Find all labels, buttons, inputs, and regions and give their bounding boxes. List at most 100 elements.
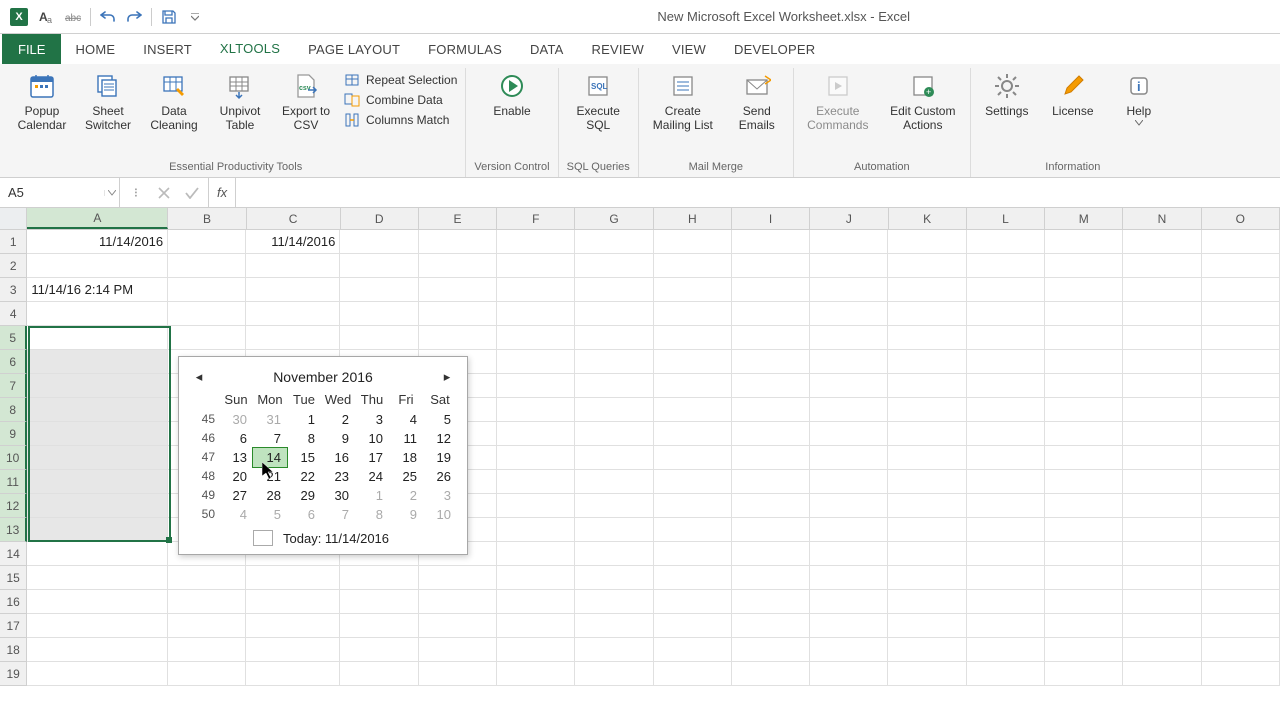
dp-day[interactable]: 17 (355, 448, 389, 467)
popup-calendar-button[interactable]: Popup Calendar (14, 70, 70, 132)
dp-day[interactable]: 4 (219, 505, 253, 524)
cell-M13[interactable] (1045, 518, 1123, 542)
cell-J7[interactable] (810, 374, 888, 398)
cell-M5[interactable] (1045, 326, 1123, 350)
cell-C16[interactable] (246, 590, 340, 614)
cell-O8[interactable] (1202, 398, 1280, 422)
cell-O12[interactable] (1202, 494, 1280, 518)
dp-day[interactable]: 15 (287, 448, 321, 467)
cell-A7[interactable] (27, 374, 168, 398)
cell-B19[interactable] (168, 662, 246, 686)
row-header-19[interactable]: 19 (0, 662, 27, 686)
cell-L12[interactable] (967, 494, 1045, 518)
cell-G2[interactable] (575, 254, 653, 278)
cell-F8[interactable] (497, 398, 575, 422)
cell-F12[interactable] (497, 494, 575, 518)
cell-K16[interactable] (888, 590, 966, 614)
cell-L18[interactable] (967, 638, 1045, 662)
column-header-K[interactable]: K (889, 208, 967, 229)
cell-H15[interactable] (654, 566, 732, 590)
cell-M7[interactable] (1045, 374, 1123, 398)
dp-day[interactable]: 6 (219, 429, 253, 448)
cell-J17[interactable] (810, 614, 888, 638)
row-header-7[interactable]: 7 (0, 374, 27, 398)
cell-C1[interactable]: 11/14/2016 (246, 230, 340, 254)
column-header-M[interactable]: M (1045, 208, 1123, 229)
cell-M18[interactable] (1045, 638, 1123, 662)
cell-C2[interactable] (246, 254, 340, 278)
cell-I11[interactable] (732, 470, 810, 494)
data-cleaning-button[interactable]: Data Cleaning (146, 70, 202, 132)
cell-M3[interactable] (1045, 278, 1123, 302)
clear-date-button[interactable] (253, 530, 273, 546)
cell-N3[interactable] (1123, 278, 1201, 302)
column-header-A[interactable]: A (27, 208, 168, 229)
insert-function-button[interactable]: fx (209, 178, 236, 207)
tab-developer[interactable]: DEVELOPER (720, 34, 829, 64)
cell-D4[interactable] (340, 302, 418, 326)
cell-C18[interactable] (246, 638, 340, 662)
cell-H17[interactable] (654, 614, 732, 638)
cell-I2[interactable] (732, 254, 810, 278)
cell-M17[interactable] (1045, 614, 1123, 638)
cell-L13[interactable] (967, 518, 1045, 542)
cell-E19[interactable] (419, 662, 497, 686)
cell-G17[interactable] (575, 614, 653, 638)
cell-A2[interactable] (27, 254, 168, 278)
tab-insert[interactable]: INSERT (129, 34, 206, 64)
cell-A6[interactable] (27, 350, 168, 374)
cell-M1[interactable] (1045, 230, 1123, 254)
cell-O15[interactable] (1202, 566, 1280, 590)
undo-button[interactable] (97, 6, 119, 28)
cell-C5[interactable] (246, 326, 340, 350)
dp-day[interactable]: 6 (287, 505, 321, 524)
cell-M16[interactable] (1045, 590, 1123, 614)
cell-E17[interactable] (419, 614, 497, 638)
cell-B2[interactable] (168, 254, 246, 278)
cell-L3[interactable] (967, 278, 1045, 302)
aa-format-icon[interactable]: Aa (36, 6, 58, 28)
cell-J10[interactable] (810, 446, 888, 470)
settings-button[interactable]: Settings (979, 70, 1035, 118)
cell-O5[interactable] (1202, 326, 1280, 350)
tab-data[interactable]: DATA (516, 34, 578, 64)
cell-J11[interactable] (810, 470, 888, 494)
dp-day[interactable]: 2 (389, 486, 423, 505)
cell-O2[interactable] (1202, 254, 1280, 278)
cell-N2[interactable] (1123, 254, 1201, 278)
column-header-G[interactable]: G (575, 208, 653, 229)
cell-L1[interactable] (967, 230, 1045, 254)
cell-N10[interactable] (1123, 446, 1201, 470)
cell-F16[interactable] (497, 590, 575, 614)
cell-D2[interactable] (340, 254, 418, 278)
cell-M12[interactable] (1045, 494, 1123, 518)
cell-O19[interactable] (1202, 662, 1280, 686)
cell-F14[interactable] (497, 542, 575, 566)
cell-A16[interactable] (27, 590, 168, 614)
cell-M2[interactable] (1045, 254, 1123, 278)
column-header-I[interactable]: I (732, 208, 810, 229)
cell-N6[interactable] (1123, 350, 1201, 374)
cell-F2[interactable] (497, 254, 575, 278)
row-header-15[interactable]: 15 (0, 566, 27, 590)
cell-K6[interactable] (888, 350, 966, 374)
cell-L6[interactable] (967, 350, 1045, 374)
dp-day[interactable]: 10 (423, 505, 457, 524)
month-label[interactable]: November 2016 (273, 369, 373, 385)
column-header-F[interactable]: F (497, 208, 575, 229)
cell-M4[interactable] (1045, 302, 1123, 326)
cell-K7[interactable] (888, 374, 966, 398)
cell-K9[interactable] (888, 422, 966, 446)
row-header-12[interactable]: 12 (0, 494, 27, 518)
repeat-selection-button[interactable]: Repeat Selection (344, 72, 457, 88)
cell-D15[interactable] (340, 566, 418, 590)
cell-F17[interactable] (497, 614, 575, 638)
cell-I8[interactable] (732, 398, 810, 422)
row-header-9[interactable]: 9 (0, 422, 27, 446)
cell-H3[interactable] (654, 278, 732, 302)
cell-L19[interactable] (967, 662, 1045, 686)
cell-E16[interactable] (419, 590, 497, 614)
cell-G5[interactable] (575, 326, 653, 350)
cell-F4[interactable] (497, 302, 575, 326)
column-header-B[interactable]: B (168, 208, 246, 229)
